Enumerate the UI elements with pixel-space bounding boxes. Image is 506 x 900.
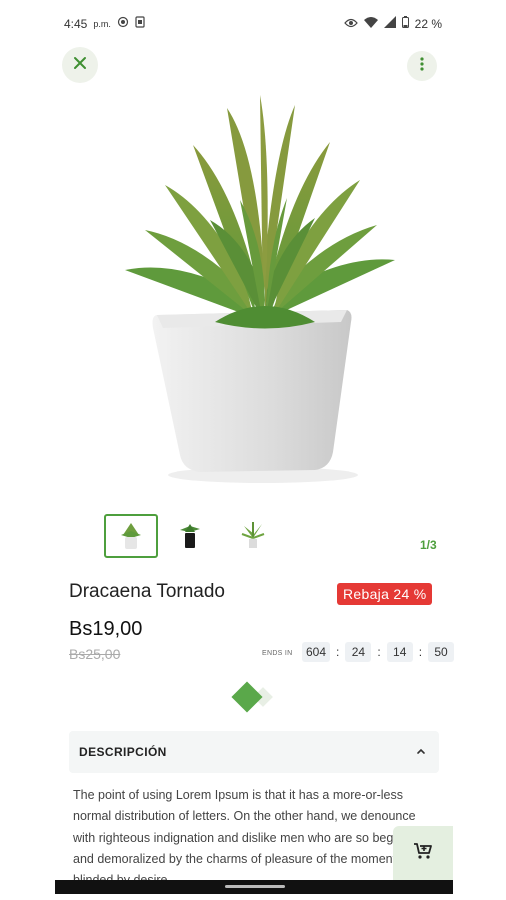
product-price: Bs19,00 [69,618,143,640]
close-button[interactable] [62,47,98,83]
location-icon [117,16,129,31]
add-to-cart-button[interactable] [393,826,453,880]
status-bar: 4:45 p.m. 22 % [64,14,442,34]
countdown-separator: : [418,645,423,659]
home-gesture-handle[interactable] [225,885,285,888]
more-vert-icon [420,56,424,76]
chevron-up-icon [415,744,427,762]
close-icon [73,56,87,75]
countdown-label: ENDS IN [262,650,293,657]
section-indicator [231,681,263,713]
countdown-separator: : [377,645,381,659]
countdown-timer: 604 : 24 : 14 : 50 [302,642,455,662]
more-options-button[interactable] [407,51,437,81]
add-shopping-cart-icon [413,842,433,865]
countdown-separator: : [336,645,340,659]
description-accordion-header[interactable]: DESCRIPCIÓN [69,731,439,773]
status-time: 4:45 [64,16,88,31]
eye-icon [343,17,358,31]
description-text: The point of using Lorem Ipsum is that i… [73,788,420,887]
product-title: Dracaena Tornado [69,581,225,602]
thumbnail-2[interactable] [164,514,216,556]
image-counter: 1/3 [420,538,437,552]
original-price: Bs25,00 [69,646,121,662]
thumbnail-3[interactable] [227,514,279,556]
battery-percent: 22 % [414,16,442,31]
countdown-seconds: 50 [428,642,455,662]
product-image[interactable] [115,90,405,490]
system-nav-bar [55,880,453,894]
thumbnail-1[interactable] [104,514,158,558]
status-ampm: p.m. [93,18,111,29]
countdown-minutes: 14 [386,642,413,662]
signal-icon [383,16,396,31]
wifi-icon [363,16,378,31]
sale-badge: Rebaja 24 % [337,583,433,605]
battery-icon [401,16,409,31]
countdown-days: 604 [302,642,331,662]
countdown-hours: 24 [345,642,372,662]
description-title: DESCRIPCIÓN [79,745,167,759]
sim-icon [135,16,145,31]
